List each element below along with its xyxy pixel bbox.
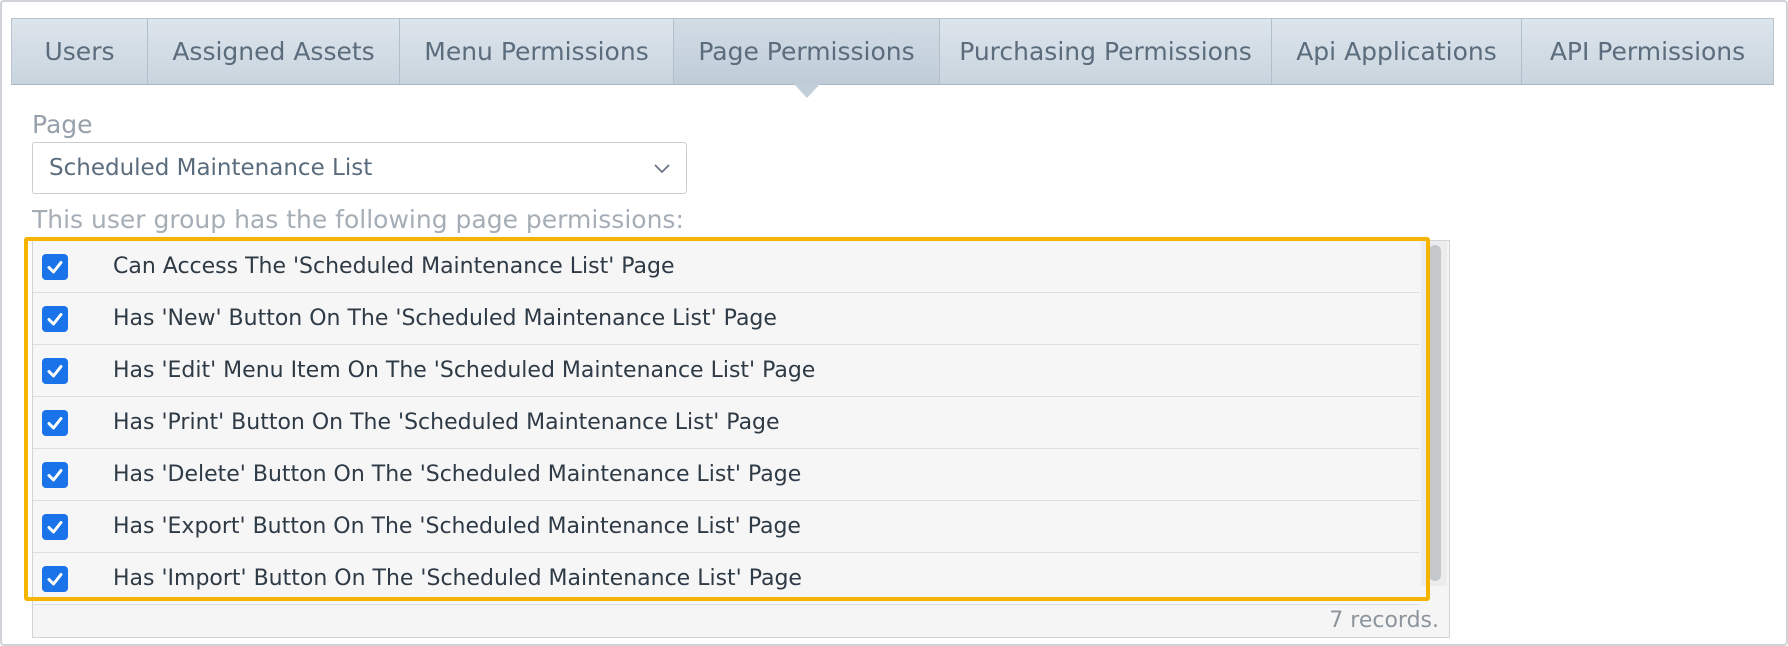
permission-row: Has 'Delete' Button On The 'Scheduled Ma… (33, 449, 1419, 501)
tab-label: API Permissions (1549, 37, 1746, 66)
tab-api-applications[interactable]: Api Applications (1272, 19, 1522, 84)
tab-bar: Users Assigned Assets Menu Permissions P… (11, 18, 1774, 98)
tab-label: Assigned Assets (172, 37, 375, 66)
permission-label: Has 'Print' Button On The 'Scheduled Mai… (113, 410, 780, 435)
tab-users[interactable]: Users (12, 19, 148, 84)
permission-checkbox[interactable] (42, 461, 68, 488)
tab-label: Menu Permissions (424, 37, 649, 66)
permission-row: Can Access The 'Scheduled Maintenance Li… (33, 241, 1419, 293)
checkmark-icon (47, 572, 63, 585)
permission-row: Has 'Import' Button On The 'Scheduled Ma… (33, 553, 1419, 605)
permission-checkbox[interactable] (42, 513, 68, 540)
checkmark-icon (47, 416, 63, 429)
permission-row: Has 'Edit' Menu Item On The 'Scheduled M… (33, 345, 1419, 397)
checkmark-icon (47, 468, 63, 481)
permission-label: Has 'Delete' Button On The 'Scheduled Ma… (113, 462, 802, 487)
chevron-down-icon (654, 164, 670, 174)
records-count: 7 records. (1329, 608, 1439, 633)
permission-checkbox[interactable] (42, 357, 68, 384)
checkmark-icon (47, 312, 63, 325)
checkmark-icon (47, 520, 63, 533)
permission-checkbox[interactable] (42, 409, 68, 436)
tab-label: Api Applications (1296, 37, 1497, 66)
tab-label: Users (44, 37, 115, 66)
permissions-description: This user group has the following page p… (32, 205, 684, 234)
page-select[interactable]: Scheduled Maintenance List (32, 142, 687, 194)
permissions-grid: Can Access The 'Scheduled Maintenance Li… (32, 240, 1450, 638)
permission-checkbox[interactable] (42, 565, 68, 592)
permission-row: Has 'New' Button On The 'Scheduled Maint… (33, 293, 1419, 345)
permission-label: Can Access The 'Scheduled Maintenance Li… (113, 254, 675, 279)
permission-label: Has 'Edit' Menu Item On The 'Scheduled M… (113, 358, 816, 383)
active-tab-caret (793, 84, 820, 98)
page-field-label: Page (32, 110, 93, 139)
permission-checkbox[interactable] (42, 253, 68, 280)
permission-label: Has 'Export' Button On The 'Scheduled Ma… (113, 514, 801, 539)
tab-label: Purchasing Permissions (959, 37, 1252, 66)
permission-label: Has 'New' Button On The 'Scheduled Maint… (113, 306, 777, 331)
tab-api-permissions[interactable]: API Permissions (1522, 19, 1773, 84)
checkmark-icon (47, 260, 63, 273)
permission-label: Has 'Import' Button On The 'Scheduled Ma… (113, 566, 802, 591)
page-select-value: Scheduled Maintenance List (49, 155, 373, 181)
permission-checkbox[interactable] (42, 305, 68, 332)
scrollbar-thumb[interactable] (1429, 245, 1441, 581)
tab-label: Page Permissions (698, 37, 915, 66)
tab-page-permissions[interactable]: Page Permissions (674, 19, 940, 98)
permission-row: Has 'Export' Button On The 'Scheduled Ma… (33, 501, 1419, 553)
tab-assigned-assets[interactable]: Assigned Assets (148, 19, 400, 84)
tab-menu-permissions[interactable]: Menu Permissions (400, 19, 674, 84)
tab-purchasing-permissions[interactable]: Purchasing Permissions (940, 19, 1272, 84)
checkmark-icon (47, 364, 63, 377)
page-frame: Users Assigned Assets Menu Permissions P… (0, 0, 1788, 646)
permissions-list: Can Access The 'Scheduled Maintenance Li… (33, 241, 1419, 605)
permission-row: Has 'Print' Button On The 'Scheduled Mai… (33, 397, 1419, 449)
